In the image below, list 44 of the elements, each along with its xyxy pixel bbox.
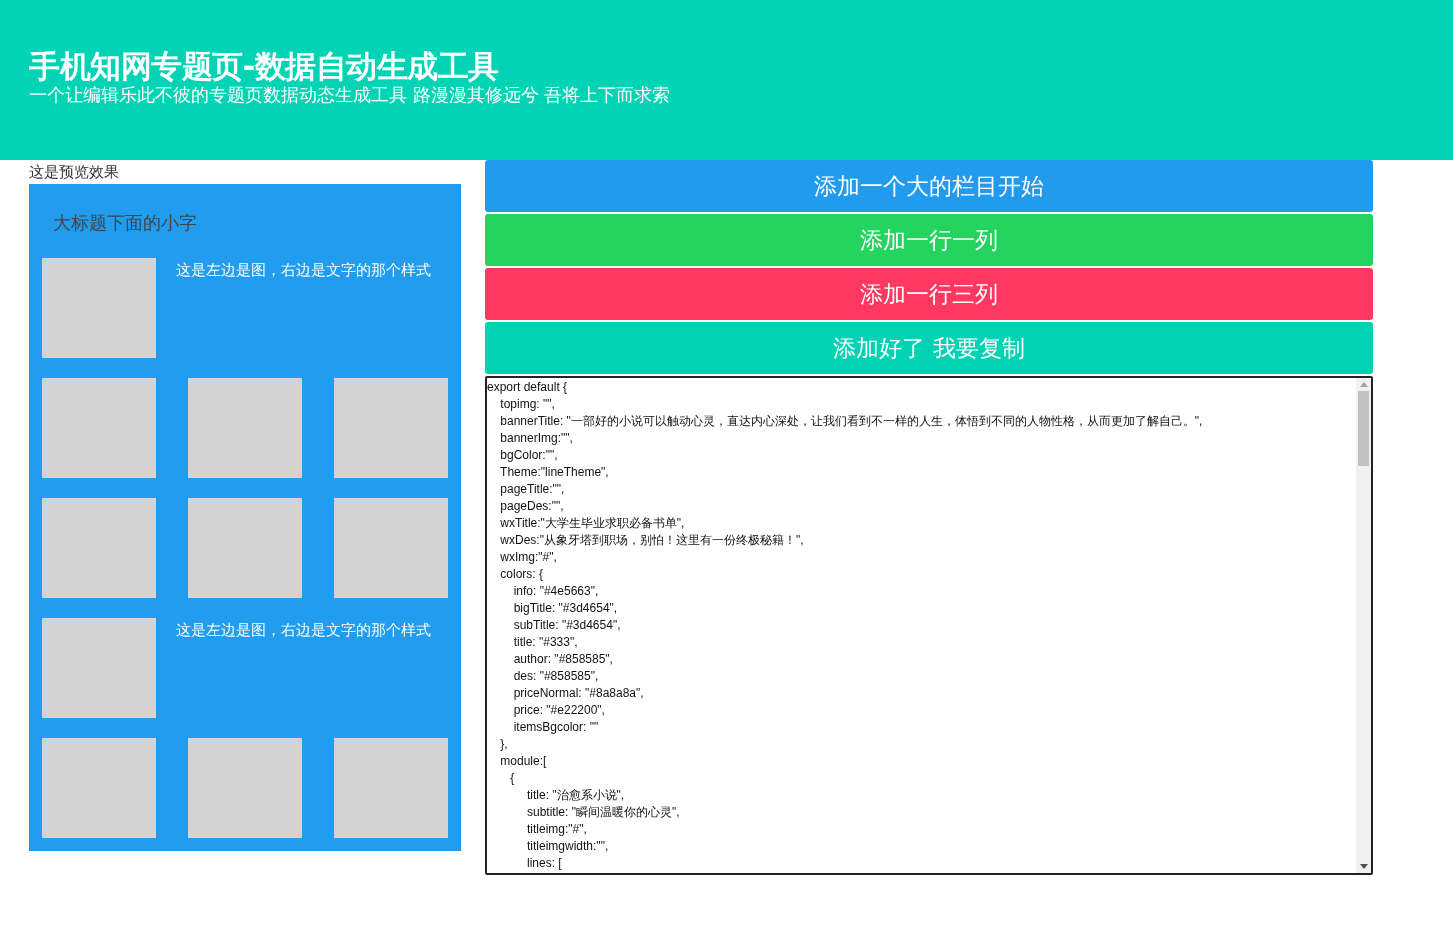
code-line: module:[	[499, 753, 547, 770]
code-line: bannerImg:"",	[499, 430, 573, 447]
code-line: },	[499, 736, 508, 753]
code-line: Theme:"lineTheme",	[499, 464, 609, 481]
action-button[interactable]: 添加好了 我要复制	[485, 322, 1373, 374]
preview-heading: 大标题下面的小字	[52, 211, 198, 235]
code-line: wxTitle:"大学生毕业求职必备书单",	[499, 515, 685, 532]
code-line: priceNormal: "#8a8a8a",	[512, 685, 644, 702]
module-text: 这是左边是图，右边是文字的那个样式	[176, 260, 431, 281]
scroll-up-icon[interactable]	[1359, 382, 1368, 387]
code-line: wxImg:"#",	[499, 549, 557, 566]
preview-label: 这是预览效果	[29, 162, 120, 183]
code-line: subtitle: "瞬间温暖你的心灵",	[526, 804, 680, 821]
code-line: wxDes:"从象牙塔到职场，别怕！这里有一份终极秘籍！",	[499, 532, 804, 549]
scrollbar[interactable]	[1356, 378, 1371, 873]
code-textarea[interactable]	[485, 376, 1373, 875]
scroll-down-icon[interactable]	[1359, 864, 1368, 869]
code-line: bigTitle: "#3d4654",	[512, 600, 618, 617]
action-button[interactable]: 添加一行一列	[485, 214, 1373, 266]
code-line: {	[509, 770, 515, 787]
code-line: title: "治愈系小说",	[526, 787, 625, 804]
code-line: titleimgwidth:"",	[526, 838, 609, 855]
action-button[interactable]: 添加一个大的栏目开始	[485, 160, 1373, 212]
code-line: info: "#4e5663",	[512, 583, 599, 600]
code-line: titleimg:"#",	[526, 821, 587, 838]
code-line: lines: [	[526, 855, 562, 872]
code-line: pageTitle:"",	[499, 481, 565, 498]
scrollbar-thumb[interactable]	[1358, 391, 1369, 466]
code-line: bannerTitle: "一部好的小说可以触动心灵，直达内心深处，让我们看到不一样的人生，体悟到不同的人物性格，从而更加了解自己。",	[499, 413, 1203, 430]
code-line: des: "#858585",	[512, 668, 599, 685]
code-line: title: "#333",	[512, 634, 578, 651]
code-line: export default {	[487, 379, 568, 396]
action-button[interactable]: 添加一行三列	[485, 268, 1373, 320]
code-line: itemsBgcolor: ""	[512, 719, 599, 736]
page-subtitle: 一个让编辑乐此不彼的专题页数据动态生成工具 路漫漫其修远兮 吾将上下而求索	[29, 84, 672, 106]
code-line: author: "#858585",	[512, 651, 613, 668]
code-line: topimg: "",	[499, 396, 555, 413]
code-line: pageDes:"",	[499, 498, 564, 515]
code-line: subTitle: "#3d4654",	[512, 617, 621, 634]
module-text: 这是左边是图，右边是文字的那个样式	[176, 620, 431, 641]
code-line: price: "#e22200",	[512, 702, 605, 719]
code-line: colors: {	[499, 566, 544, 583]
code-line: bgColor:"",	[499, 447, 558, 464]
page-title: 手机知网专题页-数据自动生成工具	[29, 47, 500, 86]
